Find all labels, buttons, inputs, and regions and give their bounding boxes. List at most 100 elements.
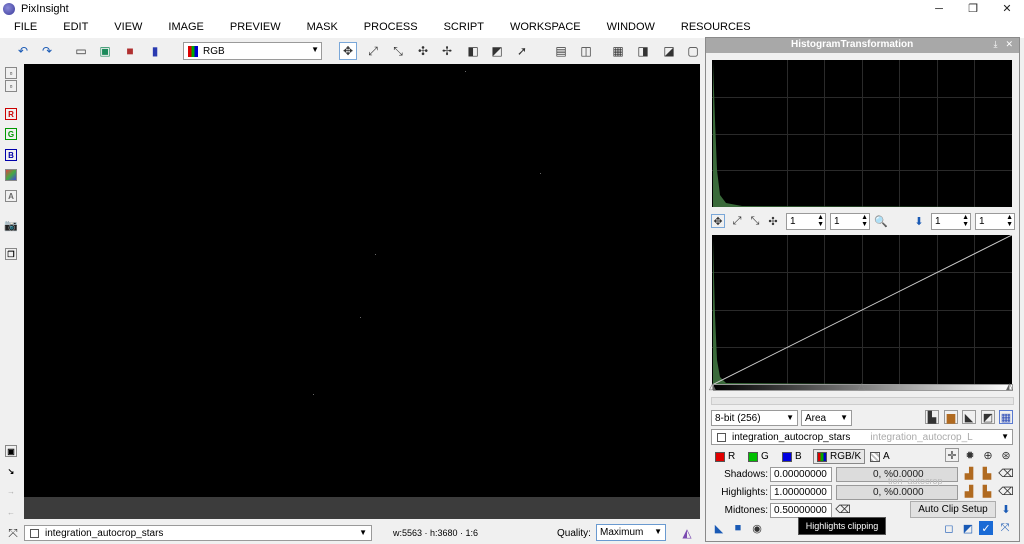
output-zoom-x-spinner[interactable]: 1 ▲ ▼ (931, 213, 971, 230)
midtones-slider-icon[interactable]: △ (858, 381, 865, 392)
real-time-preview-icon[interactable]: ◻ (942, 521, 956, 535)
image-view-canvas[interactable] (24, 64, 700, 497)
restore-button[interactable]: ❐ (956, 0, 990, 17)
shadows-slider-icon[interactable]: ◮ (709, 381, 716, 392)
panel-close-icon[interactable]: ✕ (1005, 39, 1013, 50)
midtones-reset-icon[interactable]: ⌫ (835, 502, 851, 516)
channel-g-button[interactable]: G (5, 128, 17, 140)
object-explorer-icon[interactable]: ◪ (660, 42, 678, 60)
shadows-reset-icon[interactable]: ⌫ (998, 466, 1014, 480)
show-curve-icon[interactable]: ◣ (962, 410, 976, 424)
view-explorer-icon[interactable]: ▤ (552, 42, 570, 60)
menu-process[interactable]: PROCESS (351, 17, 431, 38)
highlights-clip-icon[interactable]: ▟ (962, 484, 976, 498)
console-icon[interactable]: ▢ (684, 42, 702, 60)
expand-down-icon[interactable]: ⬇ (912, 214, 926, 228)
apply-global-icon[interactable]: ◉ (750, 521, 764, 535)
menu-image[interactable]: IMAGE (155, 17, 216, 38)
menu-edit[interactable]: EDIT (50, 17, 101, 38)
resolution-select[interactable]: 8-bit (256) ▼ (711, 410, 798, 426)
auto-clip-setup-button[interactable]: Auto Clip Setup (910, 501, 996, 518)
expand-down-icon[interactable]: ⬇ (999, 502, 1013, 516)
mask-invert-icon[interactable]: ▫ (5, 80, 17, 92)
channel-a-button[interactable]: A (5, 190, 17, 202)
channel-rgb-button[interactable] (5, 169, 17, 181)
apply-square-icon[interactable]: ■ (731, 521, 745, 535)
highlights-auto-icon[interactable]: ▙ (980, 484, 994, 498)
view-select[interactable]: integration_autocrop_stars ▼ (24, 525, 372, 541)
menu-mask[interactable]: MASK (294, 17, 351, 38)
channel-rgbk-toggle[interactable]: RGB/K (813, 449, 866, 464)
highlights-slider-icon[interactable]: ◭ (1006, 381, 1013, 392)
reset-icon[interactable]: ⤧ (998, 521, 1012, 535)
channel-select[interactable]: RGB ▼ (183, 42, 322, 60)
channel-a-toggle[interactable]: A (870, 451, 890, 462)
camera-icon[interactable]: 📷 (4, 219, 18, 232)
fit-window-icon[interactable]: ⤧ (4, 524, 22, 542)
view-history-icon[interactable]: ◫ (577, 42, 595, 60)
screen-transfer-icon[interactable]: ▭ (72, 42, 90, 60)
shadows-clip-icon[interactable]: ▟ (962, 466, 976, 480)
close-button[interactable]: ✕ (990, 0, 1024, 17)
arrow-right-icon[interactable]: → (5, 485, 17, 497)
zoom-fit-icon[interactable]: ⤢ (364, 42, 382, 60)
menu-view[interactable]: VIEW (101, 17, 155, 38)
menu-preview[interactable]: PREVIEW (217, 17, 294, 38)
target-icon[interactable]: ⊕ (981, 448, 995, 462)
histogram-scrollbar[interactable] (711, 397, 1014, 405)
show-histogram-icon[interactable]: ▆ (944, 410, 958, 424)
input-histogram[interactable] (712, 60, 1012, 207)
rgb-swatch-icon[interactable]: ■ (121, 42, 139, 60)
pan-icon[interactable]: ✥ (339, 42, 357, 60)
show-grid-icon[interactable]: ◩ (981, 410, 995, 424)
zoom-y-spinner[interactable]: 1 ▲ ▼ (830, 213, 870, 230)
highlights-reset-icon[interactable]: ⌫ (998, 484, 1014, 498)
channel-r-toggle[interactable]: R (715, 451, 735, 462)
apply-check-icon[interactable]: ✓ (979, 521, 993, 535)
midtones-field[interactable]: 0.50000000 (770, 503, 832, 518)
color-management-icon[interactable]: ◭ (678, 524, 696, 542)
target-view-select[interactable]: integration_autocrop_stars integration_a… (711, 429, 1013, 445)
crosshair-icon[interactable]: ✛ (945, 448, 959, 462)
channel-r-button[interactable]: R (5, 108, 17, 120)
undo-icon[interactable]: ↶ (14, 42, 32, 60)
highlights-field[interactable]: 1.00000000 (770, 485, 832, 500)
documentation-icon[interactable]: ◩ (961, 521, 975, 535)
channel-g-toggle[interactable]: G (748, 451, 769, 462)
move-icon[interactable]: ✣ (414, 42, 432, 60)
zoom-out-icon[interactable]: ⤡ (389, 42, 407, 60)
menu-workspace[interactable]: WORKSPACE (497, 17, 594, 38)
select-arrow-icon[interactable]: ➚ (513, 42, 531, 60)
output-histogram[interactable] (712, 235, 1012, 385)
process-explorer-icon[interactable]: ▦ (609, 42, 627, 60)
center-icon[interactable]: ✢ (438, 42, 456, 60)
new-instance-icon[interactable]: ◣ (712, 521, 726, 535)
zoom-x-spinner[interactable]: 1 ▲ ▼ (786, 213, 826, 230)
arrow-left-icon[interactable]: ← (5, 506, 17, 518)
zoom-magnifier-icon[interactable]: 🔍 (874, 214, 888, 228)
reset-target-icon[interactable]: ⊛ (999, 448, 1013, 462)
gear-icon[interactable]: ✹ (963, 448, 977, 462)
redo-icon[interactable]: ↷ (38, 42, 56, 60)
window-icon[interactable]: ❐ (5, 248, 17, 260)
pan-icon[interactable]: ✥ (711, 214, 725, 228)
new-image-icon[interactable]: ▣ (96, 42, 114, 60)
plot-mode-select[interactable]: Area ▼ (801, 410, 852, 426)
menu-script[interactable]: SCRIPT (431, 17, 497, 38)
shadows-auto-icon[interactable]: ▙ (980, 466, 994, 480)
shade-icon[interactable]: ⤓ (993, 39, 997, 50)
mask-show-icon[interactable]: ▫ (5, 67, 17, 79)
graph-style-icon[interactable]: ▙ (925, 410, 939, 424)
arrow-down-right-icon[interactable]: ↘ (5, 465, 17, 477)
menu-window[interactable]: WINDOW (594, 17, 668, 38)
format-explorer-icon[interactable]: ◨ (634, 42, 652, 60)
quality-select[interactable]: Maximum ▼ (596, 524, 666, 541)
menu-resources[interactable]: RESOURCES (668, 17, 764, 38)
channel-extract-icon[interactable]: ▮ (146, 42, 164, 60)
preview-mode-icon[interactable]: ▣ (5, 445, 17, 457)
shadows-field[interactable]: 0.00000000 (770, 467, 832, 482)
move-icon[interactable]: ✣ (766, 214, 780, 228)
panel-title-bar[interactable]: HistogramTransformation ⤓ ✕ (706, 38, 1019, 53)
grid-icon[interactable]: ▦ (999, 410, 1013, 424)
minimize-button[interactable]: ─ (922, 0, 956, 17)
